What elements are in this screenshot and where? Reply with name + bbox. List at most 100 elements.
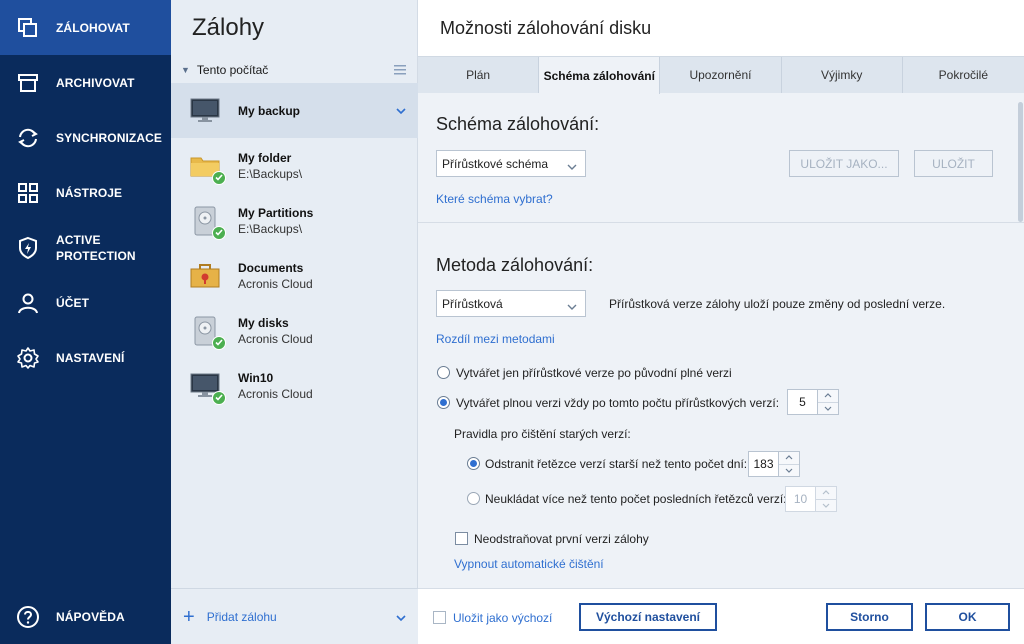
disable-cleanup-link[interactable]: Vypnout automatické čištění	[454, 557, 604, 571]
nav-item-help[interactable]: NÁPOVĚDA	[0, 589, 171, 644]
backup-copy-icon	[0, 17, 56, 39]
backup-location: Acronis Cloud	[238, 331, 313, 346]
stepper-down-icon[interactable]	[818, 403, 838, 415]
backup-list-panel: Zálohy ▼ Tento počítač My backup My fold…	[171, 0, 418, 644]
section-divider	[418, 222, 1024, 223]
nav-item-backup[interactable]: ZÁLOHOVAT	[0, 0, 171, 55]
scrollbar[interactable]	[1017, 96, 1023, 586]
group-header[interactable]: ▼ Tento počítač	[171, 58, 418, 82]
nav-label: NÁSTROJE	[56, 185, 123, 200]
add-backup-label: Přidat zálohu	[206, 609, 277, 624]
radio-delete-older-chains-label: Odstranit řetězce verzí starší než tento…	[485, 457, 748, 471]
tab-advanced[interactable]: Pokročilé	[903, 57, 1024, 93]
radio-delete-older-chains[interactable]	[467, 457, 480, 470]
nav-label: NASTAVENÍ	[56, 350, 125, 365]
backup-item-my-disks[interactable]: My disks Acronis Cloud	[171, 303, 418, 358]
nav-label: NÁPOVĚDA	[56, 609, 125, 624]
plus-icon: +	[183, 605, 195, 628]
nav-label: ÚČET	[56, 295, 90, 310]
keep-first-version-checkbox[interactable]	[455, 532, 468, 545]
ok-check-icon	[212, 390, 226, 405]
stepper-value[interactable]: 5	[787, 389, 817, 415]
stepper-value[interactable]: 10	[785, 486, 815, 512]
stepper-value[interactable]: 183	[748, 451, 778, 477]
archive-box-icon	[0, 72, 56, 94]
method-selected: Přírůstková	[442, 296, 503, 311]
which-scheme-link[interactable]: Které schéma vybrat?	[436, 192, 553, 206]
backup-item-documents[interactable]: Documents Acronis Cloud	[171, 248, 418, 303]
tab-bar: Plán Schéma zálohování Upozornění Výjimk…	[418, 56, 1024, 94]
backup-item-my-folder[interactable]: My folder E:\Backups\	[171, 138, 418, 193]
save-default-label[interactable]: Uložit jako výchozí	[453, 611, 552, 625]
method-difference-link[interactable]: Rozdíl mezi metodami	[436, 332, 555, 346]
stepper-down-icon[interactable]	[779, 465, 799, 477]
chevron-down-icon[interactable]	[396, 611, 406, 625]
person-icon	[0, 292, 56, 314]
radio-incremental-only-label: Vytvářet jen přírůstkové verze po původn…	[456, 366, 732, 380]
backup-item-my-backup[interactable]: My backup	[171, 83, 418, 138]
backup-item-win10[interactable]: Win10 Acronis Cloud	[171, 358, 418, 413]
radio-incremental-only[interactable]	[437, 366, 450, 379]
backup-location: Acronis Cloud	[238, 276, 313, 291]
full-version-count-stepper[interactable]: 5	[787, 389, 839, 415]
stepper-up-icon[interactable]	[779, 452, 799, 465]
method-dropdown[interactable]: Přírůstková	[436, 290, 586, 317]
keep-first-version-label: Neodstraňovat první verzi zálohy	[474, 532, 649, 546]
ok-check-icon	[212, 335, 226, 350]
backup-item-my-partitions[interactable]: My Partitions E:\Backups\	[171, 193, 418, 248]
scheme-selected: Přírůstkové schéma	[442, 156, 549, 171]
backup-name: My disks	[238, 315, 289, 330]
sync-arrows-icon	[0, 127, 56, 149]
nav-item-account[interactable]: ÚČET	[0, 275, 171, 330]
main-nav: ZÁLOHOVAT ARCHIVOVAT SYNCHRONIZACE NÁSTR…	[0, 0, 171, 644]
backup-name: Documents	[238, 260, 304, 275]
dialog-footer: Uložit jako výchozí Výchozí nastavení St…	[418, 588, 1024, 644]
cleanup-rules-label: Pravidla pro čištění starých verzí:	[454, 427, 631, 441]
backup-name: My backup	[238, 103, 301, 118]
hamburger-menu-icon[interactable]	[394, 64, 406, 78]
radio-full-every-n[interactable]	[437, 396, 450, 409]
caret-down-icon: ▼	[181, 65, 190, 75]
method-description: Přírůstková verze zálohy uloží pouze změ…	[609, 297, 946, 311]
scheme-dropdown[interactable]: Přírůstkové schéma	[436, 150, 586, 177]
nav-item-sync[interactable]: SYNCHRONIZACE	[0, 110, 171, 165]
group-label: Tento počítač	[196, 63, 269, 77]
backup-name: My Partitions	[238, 205, 314, 220]
stepper-up-icon[interactable]	[816, 487, 836, 500]
save-button[interactable]: ULOŽIT	[914, 150, 993, 177]
nav-item-settings[interactable]: NASTAVENÍ	[0, 330, 171, 385]
nav-item-archive[interactable]: ARCHIVOVAT	[0, 55, 171, 110]
tab-plan[interactable]: Plán	[418, 57, 540, 93]
monitor-icon	[183, 93, 227, 129]
ok-button[interactable]: OK	[925, 603, 1010, 631]
page-title: Zálohy	[192, 14, 265, 41]
chevron-down-icon	[567, 160, 577, 174]
tab-exclusions[interactable]: Výjimky	[782, 57, 903, 93]
save-as-button[interactable]: ULOŽIT JAKO...	[789, 150, 899, 177]
tab-notifications[interactable]: Upozornění	[660, 57, 782, 93]
days-stepper[interactable]: 183	[748, 451, 800, 477]
gear-icon	[0, 346, 56, 370]
radio-keep-last-chains[interactable]	[467, 492, 480, 505]
defaults-button[interactable]: Výchozí nastavení	[579, 603, 717, 631]
tab-scheme[interactable]: Schéma zálohování	[539, 57, 661, 94]
help-question-icon	[0, 605, 56, 629]
tools-grid-icon	[0, 182, 56, 204]
scrollbar-thumb[interactable]	[1018, 102, 1023, 222]
options-dialog: Možnosti zálohování disku Plán Schéma zá…	[418, 0, 1024, 644]
nav-item-tools[interactable]: NÁSTROJE	[0, 165, 171, 220]
nav-label: SYNCHRONIZACE	[56, 130, 162, 145]
stepper-down-icon[interactable]	[816, 500, 836, 512]
chevron-down-icon[interactable]	[396, 104, 406, 118]
chevron-down-icon	[567, 300, 577, 314]
dialog-title: Možnosti zálohování disku	[440, 18, 652, 38]
scheme-heading: Schéma zálohování:	[436, 114, 600, 134]
nav-item-active-protection[interactable]: ACTIVE PROTECTION	[0, 220, 171, 275]
chains-stepper[interactable]: 10	[785, 486, 837, 512]
cancel-button[interactable]: Storno	[826, 603, 913, 631]
backup-name: Win10	[238, 370, 274, 385]
save-default-checkbox[interactable]	[433, 611, 446, 624]
add-backup-button[interactable]: + Přidat zálohu	[171, 588, 418, 644]
stepper-up-icon[interactable]	[818, 390, 838, 403]
backup-name: My folder	[238, 150, 292, 165]
